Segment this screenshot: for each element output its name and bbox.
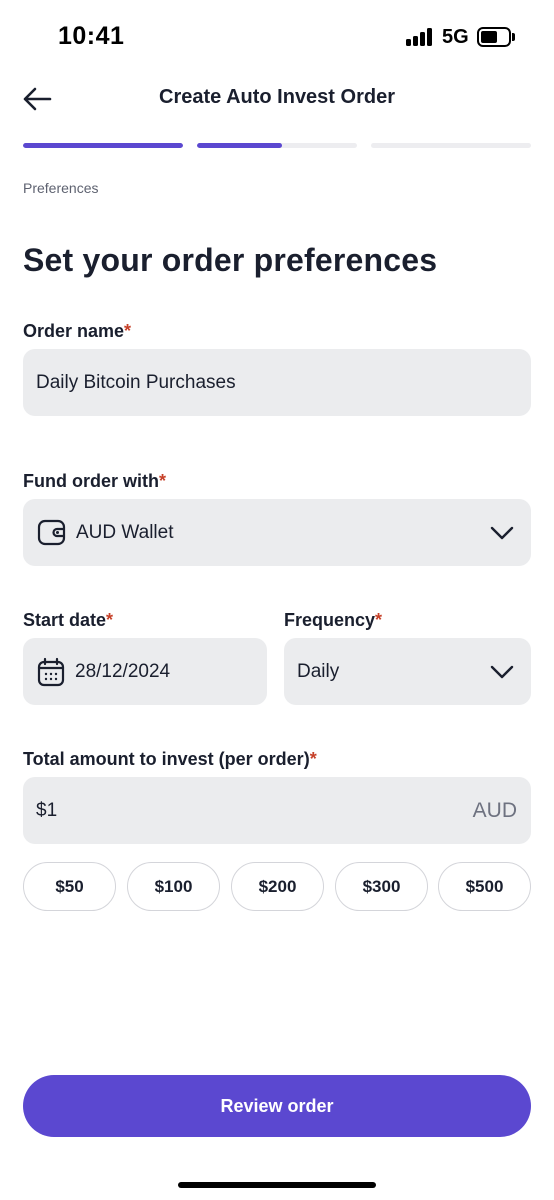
frequency-value: Daily bbox=[297, 660, 340, 682]
network-type: 5G bbox=[442, 26, 469, 48]
progress-step-1 bbox=[23, 143, 183, 148]
quick-amount-50[interactable]: $50 bbox=[23, 862, 116, 911]
required-marker: * bbox=[158, 471, 166, 491]
start-date-label: Start date* bbox=[23, 610, 113, 631]
quick-amount-300[interactable]: $300 bbox=[335, 862, 428, 911]
amount-label-text: Total amount to invest (per order) bbox=[23, 749, 310, 769]
signal-icon bbox=[406, 28, 434, 46]
order-name-input[interactable]: Daily Bitcoin Purchases bbox=[23, 349, 531, 416]
wallet-icon bbox=[37, 519, 66, 545]
quick-amount-100[interactable]: $100 bbox=[127, 862, 220, 911]
fund-order-select[interactable]: AUD Wallet bbox=[23, 499, 531, 566]
chevron-down-icon bbox=[490, 665, 514, 679]
currency-suffix: AUD bbox=[472, 798, 517, 822]
frequency-label-text: Frequency bbox=[284, 610, 376, 630]
frequency-label: Frequency* bbox=[284, 610, 382, 631]
step-label: Preferences bbox=[23, 180, 99, 196]
page-title: Set your order preferences bbox=[23, 242, 438, 278]
fund-order-value: AUD Wallet bbox=[76, 521, 174, 543]
required-marker: * bbox=[375, 610, 383, 630]
required-marker: * bbox=[106, 610, 114, 630]
quick-amount-500[interactable]: $500 bbox=[438, 862, 531, 911]
create-auto-invest-screen: 10:41 5G Create Auto Invest Order Prefer… bbox=[0, 0, 554, 1200]
order-name-value: Daily Bitcoin Purchases bbox=[36, 371, 236, 393]
progress-step-3 bbox=[371, 143, 531, 148]
start-date-value: 28/12/2024 bbox=[75, 660, 171, 682]
required-marker: * bbox=[124, 321, 132, 341]
start-date-picker[interactable]: 28/12/2024 bbox=[23, 638, 267, 705]
calendar-icon bbox=[37, 657, 65, 686]
quick-amount-200[interactable]: $200 bbox=[231, 862, 324, 911]
fund-order-label-text: Fund order with bbox=[23, 471, 159, 491]
amount-value: $1 bbox=[36, 799, 58, 821]
frequency-select[interactable]: Daily bbox=[284, 638, 531, 705]
chevron-down-icon bbox=[490, 526, 514, 540]
fund-order-label: Fund order with* bbox=[23, 471, 166, 492]
home-indicator bbox=[178, 1182, 376, 1188]
order-name-label: Order name* bbox=[23, 321, 131, 342]
amount-label: Total amount to invest (per order)* bbox=[23, 749, 317, 770]
order-name-label-text: Order name bbox=[23, 321, 125, 341]
start-date-label-text: Start date bbox=[23, 610, 107, 630]
required-marker: * bbox=[309, 749, 317, 769]
status-time: 10:41 bbox=[58, 22, 125, 50]
header-title: Create Auto Invest Order bbox=[159, 86, 395, 108]
step-progress bbox=[23, 143, 531, 149]
status-bar: 10:41 5G bbox=[0, 0, 554, 74]
progress-step-2 bbox=[197, 143, 357, 148]
battery-icon bbox=[477, 27, 515, 47]
review-order-button[interactable]: Review order bbox=[23, 1075, 531, 1137]
amount-input[interactable]: $1 AUD bbox=[23, 777, 531, 844]
